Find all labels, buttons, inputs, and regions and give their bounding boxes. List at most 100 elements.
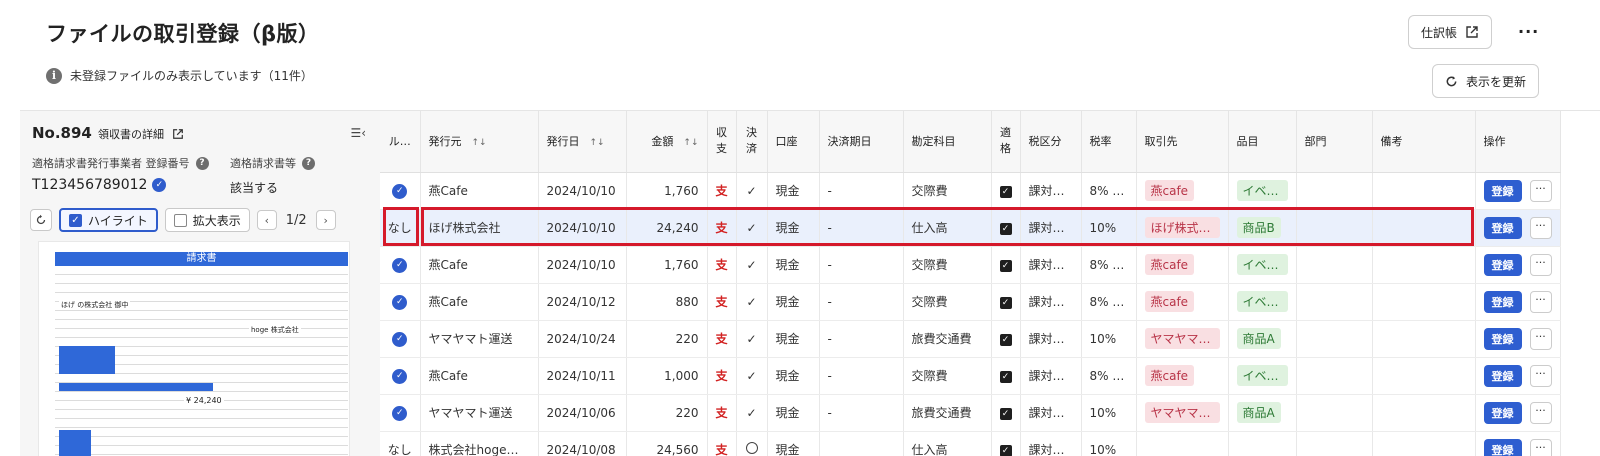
tax-rate-cell[interactable]: 8% (… (1081, 246, 1137, 284)
register-button[interactable]: 登録 (1483, 179, 1522, 202)
category-cell[interactable]: 交際費 (903, 246, 992, 284)
sort-icon[interactable]: ↑↓ (590, 138, 605, 148)
dept-cell[interactable] (1296, 283, 1373, 321)
col-rule[interactable]: ル… (380, 111, 421, 173)
date-cell[interactable]: 2024/10/24 (538, 320, 627, 358)
register-button[interactable]: 登録 (1483, 290, 1522, 313)
category-cell[interactable]: 交際費 (903, 283, 992, 321)
register-button[interactable]: 登録 (1483, 216, 1522, 239)
partner-cell[interactable]: 燕cafe (1136, 357, 1229, 395)
dept-cell[interactable] (1296, 431, 1373, 456)
more-options-button[interactable]: ··· (1518, 22, 1539, 41)
col-date[interactable]: 発行日 ↑↓ (538, 111, 627, 173)
prev-page-button[interactable]: ‹ (256, 210, 277, 230)
account-cell[interactable]: 現金 (767, 283, 820, 321)
account-cell[interactable]: 現金 (767, 246, 820, 284)
settled-cell[interactable]: ✓ (736, 246, 768, 284)
partner-cell[interactable]: 燕cafe (1136, 172, 1229, 210)
amount-cell[interactable]: 220 (626, 394, 708, 432)
tax-rate-cell[interactable]: 8% (… (1081, 357, 1137, 395)
row-more-button[interactable]: ··· (1529, 327, 1552, 350)
sort-icon[interactable]: ↑↓ (683, 138, 698, 148)
due-cell[interactable]: - (819, 320, 904, 358)
register-button[interactable]: 登録 (1483, 438, 1522, 456)
rule-cell[interactable]: ✓ (380, 172, 421, 210)
tax-rate-cell[interactable]: 8% (… (1081, 283, 1137, 321)
category-cell[interactable]: 交際費 (903, 357, 992, 395)
table-row[interactable]: ✓ 燕Cafe 2024/10/10 1,760 支 ✓ 現金 - 交際費 ✓ … (380, 246, 1561, 284)
inout-cell[interactable]: 支 (707, 172, 737, 210)
category-cell[interactable]: 交際費 (903, 172, 992, 210)
item-cell[interactable] (1228, 431, 1297, 456)
due-cell[interactable]: - (819, 172, 904, 210)
qualified-cell[interactable]: ✓ (991, 357, 1021, 395)
tax-rate-cell[interactable]: 10% (1081, 394, 1137, 432)
issuer-cell[interactable]: 燕Cafe (420, 357, 539, 395)
account-cell[interactable]: 現金 (767, 209, 820, 247)
settled-cell[interactable]: ✓ (736, 394, 768, 432)
partner-cell[interactable]: ほげ株式会社 (1136, 209, 1229, 247)
table-row[interactable]: ✓ ヤマヤマト運送 2024/10/24 220 支 ✓ 現金 - 旅費交通費 … (380, 320, 1561, 358)
due-cell[interactable] (819, 431, 904, 456)
amount-cell[interactable]: 880 (626, 283, 708, 321)
qualified-cell[interactable]: ✓ (991, 431, 1021, 456)
qualified-cell[interactable]: ✓ (991, 209, 1021, 247)
date-cell[interactable]: 2024/10/10 (538, 172, 627, 210)
memo-cell[interactable] (1372, 431, 1476, 456)
help-icon[interactable]: ? (195, 156, 209, 170)
date-cell[interactable]: 2024/10/10 (538, 209, 627, 247)
account-cell[interactable]: 現金 (767, 357, 820, 395)
register-button[interactable]: 登録 (1483, 401, 1522, 424)
category-cell[interactable]: 仕入高 (903, 209, 992, 247)
dept-cell[interactable] (1296, 172, 1373, 210)
account-cell[interactable]: 現金 (767, 172, 820, 210)
amount-cell[interactable]: 220 (626, 320, 708, 358)
amount-cell[interactable]: 1,000 (626, 357, 708, 395)
due-cell[interactable]: - (819, 394, 904, 432)
date-cell[interactable]: 2024/10/08 (538, 431, 627, 456)
row-more-button[interactable]: ··· (1529, 290, 1552, 313)
memo-cell[interactable] (1372, 246, 1476, 284)
tax-class-cell[interactable]: 課対仕… (1020, 320, 1082, 358)
rule-cell[interactable]: ✓ (380, 246, 421, 284)
memo-cell[interactable] (1372, 172, 1476, 210)
date-cell[interactable]: 2024/10/10 (538, 246, 627, 284)
item-cell[interactable]: 商品B (1228, 209, 1297, 247)
rule-cell[interactable]: ✓ (380, 320, 421, 358)
tax-class-cell[interactable]: 課対仕… (1020, 246, 1082, 284)
tax-class-cell[interactable]: 課対仕… (1020, 172, 1082, 210)
due-cell[interactable]: - (819, 357, 904, 395)
sort-icon[interactable]: ↑↓ (472, 138, 487, 148)
memo-cell[interactable] (1372, 320, 1476, 358)
partner-cell[interactable]: ヤマヤマト… (1136, 320, 1229, 358)
rule-cell[interactable]: ✓ (380, 357, 421, 395)
rotate-button[interactable] (30, 209, 52, 231)
inout-cell[interactable]: 支 (707, 246, 737, 284)
row-more-button[interactable]: ··· (1529, 216, 1552, 239)
row-more-button[interactable]: ··· (1529, 179, 1552, 202)
amount-cell[interactable]: 24,560 (626, 431, 708, 456)
category-cell[interactable]: 仕入高 (903, 431, 992, 456)
qualified-cell[interactable]: ✓ (991, 320, 1021, 358)
tax-rate-cell[interactable]: 10% (1081, 431, 1137, 456)
account-cell[interactable]: 現金 (767, 431, 820, 456)
settled-cell[interactable]: ✓ (736, 209, 768, 247)
item-cell[interactable]: イベン… (1228, 283, 1297, 321)
dept-cell[interactable] (1296, 209, 1373, 247)
partner-cell[interactable]: 燕cafe (1136, 246, 1229, 284)
tax-rate-cell[interactable]: 8% (… (1081, 172, 1137, 210)
table-row[interactable]: ✓ 燕Cafe 2024/10/12 880 支 ✓ 現金 - 交際費 ✓ 課対… (380, 283, 1561, 321)
date-cell[interactable]: 2024/10/11 (538, 357, 627, 395)
table-row[interactable]: なし ほげ株式会社 2024/10/10 24,240 支 ✓ 現金 - 仕入高… (380, 209, 1561, 247)
memo-cell[interactable] (1372, 394, 1476, 432)
date-cell[interactable]: 2024/10/12 (538, 283, 627, 321)
col-amount[interactable]: 金額 ↑↓ (626, 111, 708, 173)
amount-cell[interactable]: 1,760 (626, 246, 708, 284)
inout-cell[interactable]: 支 (707, 357, 737, 395)
settled-cell[interactable]: ✓ (736, 172, 768, 210)
amount-cell[interactable]: 24,240 (626, 209, 708, 247)
col-issuer[interactable]: 発行元 ↑↓ (420, 111, 539, 173)
partner-cell[interactable] (1136, 431, 1229, 456)
issuer-cell[interactable]: 株式会社hogeほげ (420, 431, 539, 456)
inout-cell[interactable]: 支 (707, 209, 737, 247)
